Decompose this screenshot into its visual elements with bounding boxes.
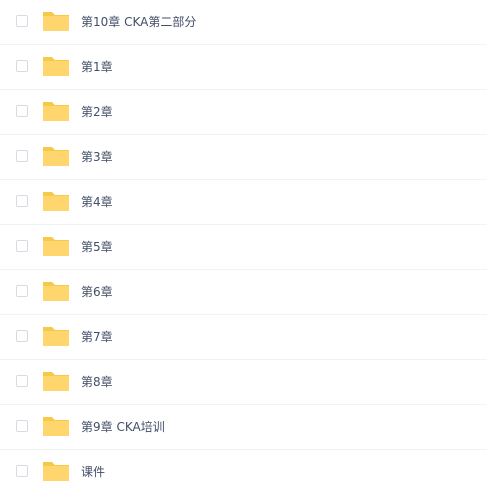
folder-icon: [42, 188, 70, 214]
folder-icon: [42, 143, 70, 169]
file-row[interactable]: 第6章: [0, 270, 487, 315]
row-checkbox[interactable]: [16, 60, 28, 72]
file-name[interactable]: 第5章: [81, 225, 113, 270]
file-row[interactable]: 第10章 CKA第二部分: [0, 0, 487, 45]
file-row[interactable]: 第8章: [0, 360, 487, 405]
file-row[interactable]: 第7章: [0, 315, 487, 360]
folder-icon: [42, 8, 70, 34]
file-name[interactable]: 第3章: [81, 135, 113, 180]
file-row[interactable]: 第3章: [0, 135, 487, 180]
file-name[interactable]: 第8章: [81, 360, 113, 405]
folder-icon: [42, 53, 70, 79]
row-checkbox[interactable]: [16, 285, 28, 297]
file-row[interactable]: 第9章 CKA培训: [0, 405, 487, 450]
folder-icon: [42, 458, 70, 484]
file-name[interactable]: 课件: [81, 450, 105, 495]
row-checkbox[interactable]: [16, 375, 28, 387]
row-checkbox[interactable]: [16, 195, 28, 207]
row-checkbox[interactable]: [16, 15, 28, 27]
file-name[interactable]: 第6章: [81, 270, 113, 315]
file-row[interactable]: 第2章: [0, 90, 487, 135]
file-list: 第10章 CKA第二部分 第1章 第2章 第3章 第4章 第5章 第6章 第7章…: [0, 0, 487, 496]
folder-icon: [42, 368, 70, 394]
file-row[interactable]: 课件: [0, 450, 487, 495]
file-row[interactable]: 第1章: [0, 45, 487, 90]
file-name[interactable]: 第1章: [81, 45, 113, 90]
folder-icon: [42, 323, 70, 349]
file-name[interactable]: 第9章 CKA培训: [81, 405, 165, 450]
file-name[interactable]: 第4章: [81, 180, 113, 225]
row-checkbox[interactable]: [16, 150, 28, 162]
file-name[interactable]: 第10章 CKA第二部分: [81, 0, 196, 45]
row-checkbox[interactable]: [16, 420, 28, 432]
folder-icon: [42, 278, 70, 304]
row-checkbox[interactable]: [16, 105, 28, 117]
row-checkbox[interactable]: [16, 330, 28, 342]
file-row[interactable]: 第5章: [0, 225, 487, 270]
row-checkbox[interactable]: [16, 465, 28, 477]
folder-icon: [42, 413, 70, 439]
file-row[interactable]: 第4章: [0, 180, 487, 225]
file-name[interactable]: 第2章: [81, 90, 113, 135]
folder-icon: [42, 98, 70, 124]
file-name[interactable]: 第7章: [81, 315, 113, 360]
folder-icon: [42, 233, 70, 259]
row-checkbox[interactable]: [16, 240, 28, 252]
